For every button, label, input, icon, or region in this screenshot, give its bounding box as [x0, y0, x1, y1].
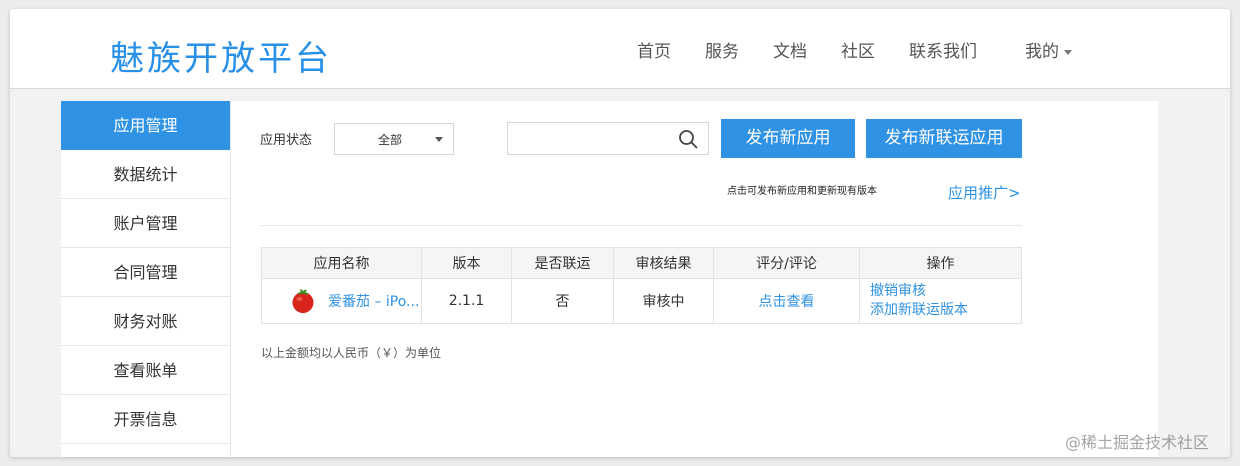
app-table: 应用名称 版本 是否联运 审核结果 评分/评论 操作 爱番茄 – iPo... … [261, 247, 1022, 324]
sidebar-item-invoice-info[interactable]: 开票信息 [61, 395, 230, 444]
app-promotion-link[interactable]: 应用推广> [948, 182, 1021, 203]
chevron-down-icon [435, 136, 443, 142]
search-box [507, 122, 709, 155]
col-header-review: 审核结果 [613, 247, 714, 279]
search-icon[interactable] [678, 129, 698, 149]
app-name-link[interactable]: 爱番茄 – iPo... [328, 291, 419, 311]
nav-services[interactable]: 服务 [705, 37, 739, 62]
status-select-value: 全部 [377, 132, 402, 147]
sidebar-item-account-management[interactable]: 账户管理 [61, 199, 230, 248]
divider [260, 225, 1022, 226]
cell-ops: 撤销审核 添加新联运版本 [859, 278, 1022, 324]
sidebar-item-contract-management[interactable]: 合同管理 [61, 248, 230, 297]
cancel-review-link[interactable]: 撤销审核 [870, 282, 1021, 301]
nav-community[interactable]: 社区 [841, 37, 875, 62]
publish-new-app-button[interactable]: 发布新应用 [721, 119, 855, 158]
watermark: @稀土掘金技术社区 [1065, 433, 1210, 452]
col-header-rating: 评分/评论 [713, 247, 860, 279]
sidebar-item-app-management[interactable]: 应用管理 [61, 101, 230, 150]
status-select[interactable]: 全部 [334, 123, 454, 155]
cell-rating: 点击查看 [713, 278, 860, 324]
table-row: 爱番茄 – iPo... 2.1.1 否 审核中 点击查看 撤销审核 添加新联运… [261, 278, 1022, 324]
col-header-ops: 操作 [859, 247, 1022, 279]
sidebar-item-view-bills[interactable]: 查看账单 [61, 346, 230, 395]
nav-mine-label: 我的 [1025, 42, 1059, 62]
cell-app-name: 爱番茄 – iPo... [261, 278, 422, 324]
col-header-joint: 是否联运 [511, 247, 614, 279]
cell-joint: 否 [511, 278, 614, 324]
status-filter-label: 应用状态 [260, 133, 313, 148]
col-header-app-name: 应用名称 [261, 247, 422, 279]
nav-contact[interactable]: 联系我们 [909, 37, 977, 62]
top-header: 魅族开放平台 首页 服务 文档 社区 联系我们 我的 [10, 9, 1230, 89]
nav-docs[interactable]: 文档 [773, 37, 807, 62]
tomato-icon [292, 289, 314, 313]
app-window: 魅族开放平台 首页 服务 文档 社区 联系我们 我的 应用管理 数据统计 账户管… [10, 9, 1230, 457]
search-input[interactable] [508, 123, 668, 154]
main-content: 应用状态 全部 发布新应用 发布新联运应用 点击可发布新应用和更新现有版本 应用… [231, 101, 1158, 457]
sidebar-item-data-statistics[interactable]: 数据统计 [61, 150, 230, 199]
table-header-row: 应用名称 版本 是否联运 审核结果 评分/评论 操作 [261, 247, 1022, 279]
add-joint-version-link[interactable]: 添加新联运版本 [870, 301, 1021, 320]
caret-down-icon [1064, 49, 1072, 55]
view-rating-link[interactable]: 点击查看 [759, 294, 815, 310]
sidebar: 应用管理 数据统计 账户管理 合同管理 财务对账 查看账单 开票信息 [61, 101, 231, 457]
col-header-version: 版本 [421, 247, 512, 279]
nav-home[interactable]: 首页 [637, 37, 671, 62]
cell-review-status: 审核中 [613, 278, 714, 324]
publish-hint: 点击可发布新应用和更新现有版本 [727, 186, 877, 197]
currency-footnote: 以上金额均以人民币（￥）为单位 [261, 346, 442, 360]
nav-mine-menu[interactable]: 我的 [1025, 37, 1072, 62]
cell-version: 2.1.1 [421, 278, 512, 324]
publish-joint-app-button[interactable]: 发布新联运应用 [866, 119, 1022, 158]
sidebar-item-financial-reconciliation[interactable]: 财务对账 [61, 297, 230, 346]
logo[interactable]: 魅族开放平台 [110, 31, 332, 80]
